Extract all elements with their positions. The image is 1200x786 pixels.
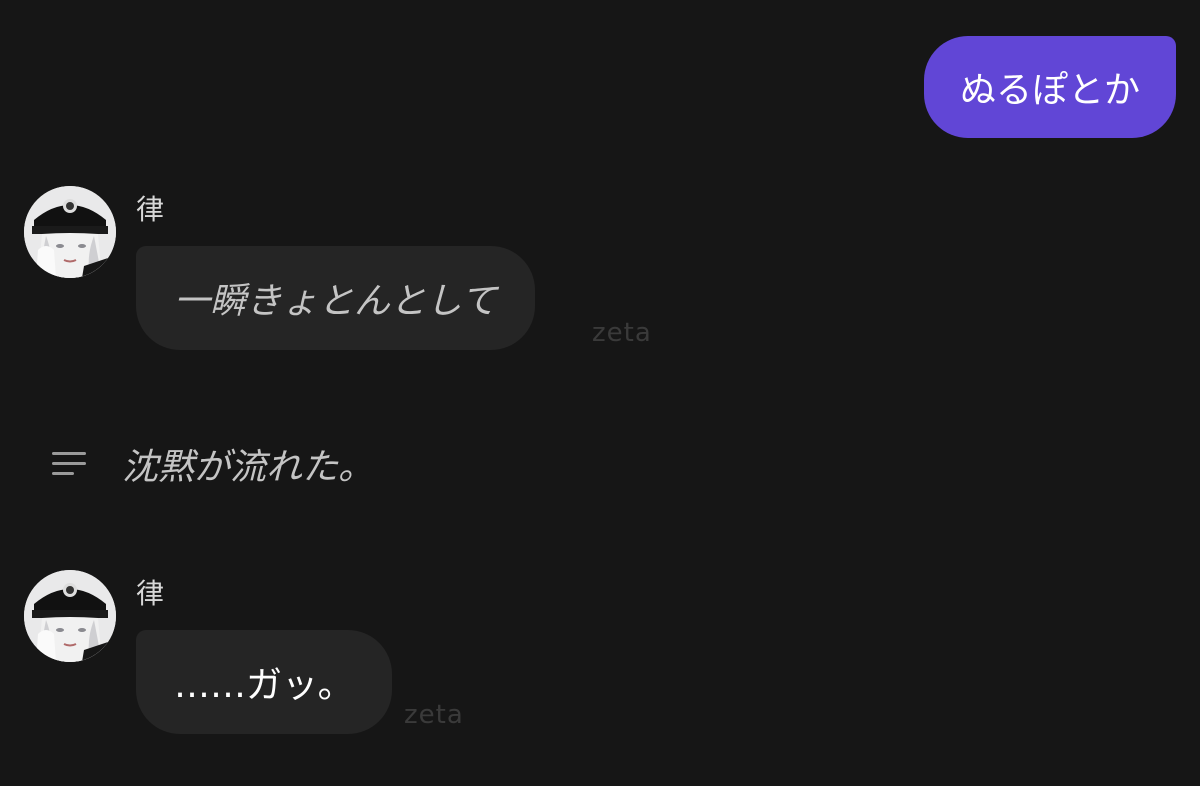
user-message-text: ぬるぽとか	[959, 70, 1140, 111]
avatar-image	[24, 570, 116, 662]
zeta-watermark: zeta	[592, 318, 652, 348]
lines-icon	[52, 452, 86, 475]
sender-name: 律	[136, 577, 165, 610]
character-avatar[interactable]	[24, 570, 116, 662]
avatar-image	[24, 186, 116, 278]
user-message-bubble[interactable]: ぬるぽとか	[923, 36, 1176, 138]
message-bubble[interactable]: 一瞬きょとんとして	[136, 246, 535, 350]
character-avatar[interactable]	[24, 186, 116, 278]
message-bubble[interactable]: ……ガッ。	[136, 630, 392, 734]
narration-line: 沈黙が流れた。	[52, 436, 374, 492]
narration-text: 沈黙が流れた。	[122, 447, 375, 488]
sender-name: 律	[136, 193, 165, 226]
message-text: 一瞬きょとんとして	[174, 281, 497, 322]
message-text: ……ガッ。	[174, 665, 354, 706]
zeta-watermark: zeta	[404, 700, 464, 730]
